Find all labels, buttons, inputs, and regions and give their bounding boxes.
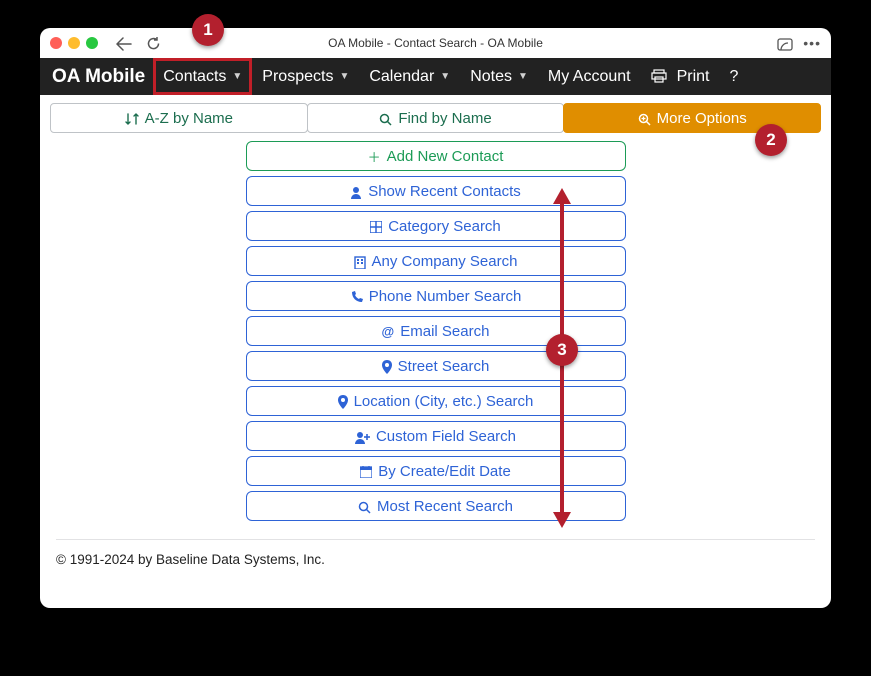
street-label: Street Search — [398, 358, 490, 375]
callout-1: 1 — [192, 14, 224, 46]
person-icon — [350, 183, 362, 198]
phone-label: Phone Number Search — [369, 288, 522, 305]
app-brand: OA Mobile — [52, 66, 145, 88]
title-right-group: ••• — [777, 35, 821, 51]
add-label: Add New Contact — [387, 148, 504, 165]
arrow-down-icon — [553, 512, 571, 528]
pin-icon — [382, 358, 392, 374]
cast-icon[interactable] — [777, 35, 793, 51]
callout-3: 3 — [546, 334, 578, 366]
recent-label: Show Recent Contacts — [368, 183, 521, 200]
company-search-button[interactable]: Any Company Search — [246, 246, 626, 276]
chevron-down-icon: ▼ — [518, 71, 528, 82]
more-menu-icon[interactable]: ••• — [803, 35, 821, 51]
menu-notes-label: Notes — [470, 68, 512, 86]
tab-az-label: A-Z by Name — [145, 110, 233, 127]
phone-search-button[interactable]: Phone Number Search — [246, 281, 626, 311]
app-menubar: OA Mobile Contacts ▼ Prospects ▼ Calenda… — [40, 58, 831, 95]
footer-copyright: © 1991-2024 by Baseline Data Systems, In… — [56, 539, 815, 567]
email-label: Email Search — [400, 323, 489, 340]
at-icon: @ — [382, 324, 395, 339]
plus-icon: ＋ — [368, 147, 381, 166]
tab-find-by-name[interactable]: Find by Name — [307, 103, 565, 133]
print-label: Print — [677, 68, 710, 86]
window-title: OA Mobile - Contact Search - OA Mobile — [40, 36, 831, 50]
menu-myaccount-label: My Account — [548, 68, 631, 86]
callout-2: 2 — [755, 124, 787, 156]
help-label: ? — [730, 68, 739, 86]
app-window: OA Mobile - Contact Search - OA Mobile •… — [40, 28, 831, 608]
company-label: Any Company Search — [372, 253, 518, 270]
chevron-down-icon: ▼ — [440, 71, 450, 82]
mostrecent-label: Most Recent Search — [377, 498, 513, 515]
calendar-icon — [360, 464, 372, 479]
create-edit-date-button[interactable]: By Create/Edit Date — [246, 456, 626, 486]
chevron-down-icon: ▼ — [339, 71, 349, 82]
menu-contacts[interactable]: Contacts ▼ — [153, 58, 252, 95]
phone-icon — [350, 288, 363, 303]
category-search-button[interactable]: Category Search — [246, 211, 626, 241]
tab-az-by-name[interactable]: A-Z by Name — [50, 103, 308, 133]
category-label: Category Search — [388, 218, 501, 235]
title-bar: OA Mobile - Contact Search - OA Mobile •… — [40, 28, 831, 58]
tab-find-label: Find by Name — [398, 110, 491, 127]
view-tabs: A-Z by Name Find by Name More Options — [40, 103, 831, 133]
search-icon — [358, 498, 371, 513]
location-label: Location (City, etc.) Search — [354, 393, 534, 410]
custom-label: Custom Field Search — [376, 428, 516, 445]
menu-prospects[interactable]: Prospects ▼ — [252, 58, 359, 95]
print-icon — [651, 68, 667, 86]
search-icon — [379, 110, 392, 126]
location-search-button[interactable]: Location (City, etc.) Search — [246, 386, 626, 416]
grid-icon — [370, 219, 382, 234]
menu-calendar-label: Calendar — [369, 68, 434, 86]
tab-more-label: More Options — [657, 110, 747, 127]
person-plus-icon — [355, 428, 370, 443]
print-button[interactable]: Print — [641, 58, 720, 95]
pin-icon — [338, 393, 348, 409]
menu-calendar[interactable]: Calendar ▼ — [359, 58, 460, 95]
menu-contacts-label: Contacts — [163, 68, 226, 86]
add-new-contact-button[interactable]: ＋ Add New Contact — [246, 141, 626, 171]
chevron-down-icon: ▼ — [232, 71, 242, 82]
menu-notes[interactable]: Notes ▼ — [460, 58, 538, 95]
menu-my-account[interactable]: My Account — [538, 58, 641, 95]
date-label: By Create/Edit Date — [378, 463, 511, 480]
search-plus-icon — [638, 110, 651, 126]
building-icon — [354, 253, 366, 268]
custom-field-search-button[interactable]: Custom Field Search — [246, 421, 626, 451]
help-button[interactable]: ? — [720, 58, 749, 95]
sort-icon — [125, 110, 139, 126]
menu-prospects-label: Prospects — [262, 68, 333, 86]
